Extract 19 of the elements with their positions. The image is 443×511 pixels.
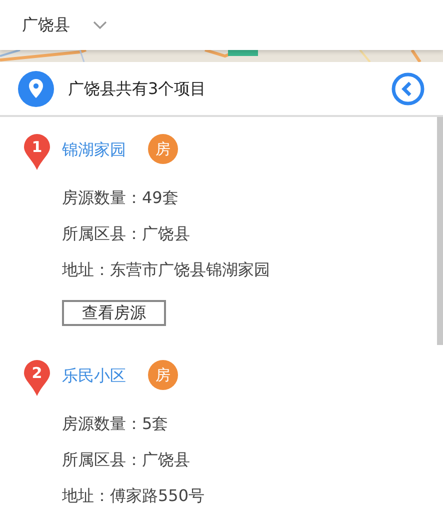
- house-badge: 房: [148, 360, 178, 390]
- view-listings-button[interactable]: 查看房源: [62, 300, 166, 326]
- info-text: 房源数量：5套: [62, 413, 168, 435]
- info-text: 地址：傅家路550号: [62, 485, 205, 507]
- info-text: 所属区县：广饶县: [62, 449, 190, 471]
- location-pin-icon: [18, 70, 54, 106]
- chevron-down-icon: [92, 20, 108, 30]
- project-name-link[interactable]: 乐民小区: [62, 360, 126, 392]
- map-marker-icon: 2: [24, 360, 50, 396]
- info-text: 所属区县：广饶县: [62, 223, 190, 245]
- info-text: 地址：东营市广饶县锦湖家园: [62, 259, 270, 281]
- info-text: 房源数量：49套: [62, 187, 178, 209]
- scrollbar[interactable]: [437, 117, 443, 345]
- district-dropdown[interactable]: 广饶县: [22, 13, 108, 37]
- house-badge: 房: [148, 134, 178, 164]
- project-name-link[interactable]: 锦湖家园: [62, 134, 126, 166]
- collapse-button[interactable]: [391, 72, 425, 106]
- map-marker-icon: 1: [24, 134, 50, 170]
- summary-text: 广饶县共有3个项目: [68, 78, 208, 100]
